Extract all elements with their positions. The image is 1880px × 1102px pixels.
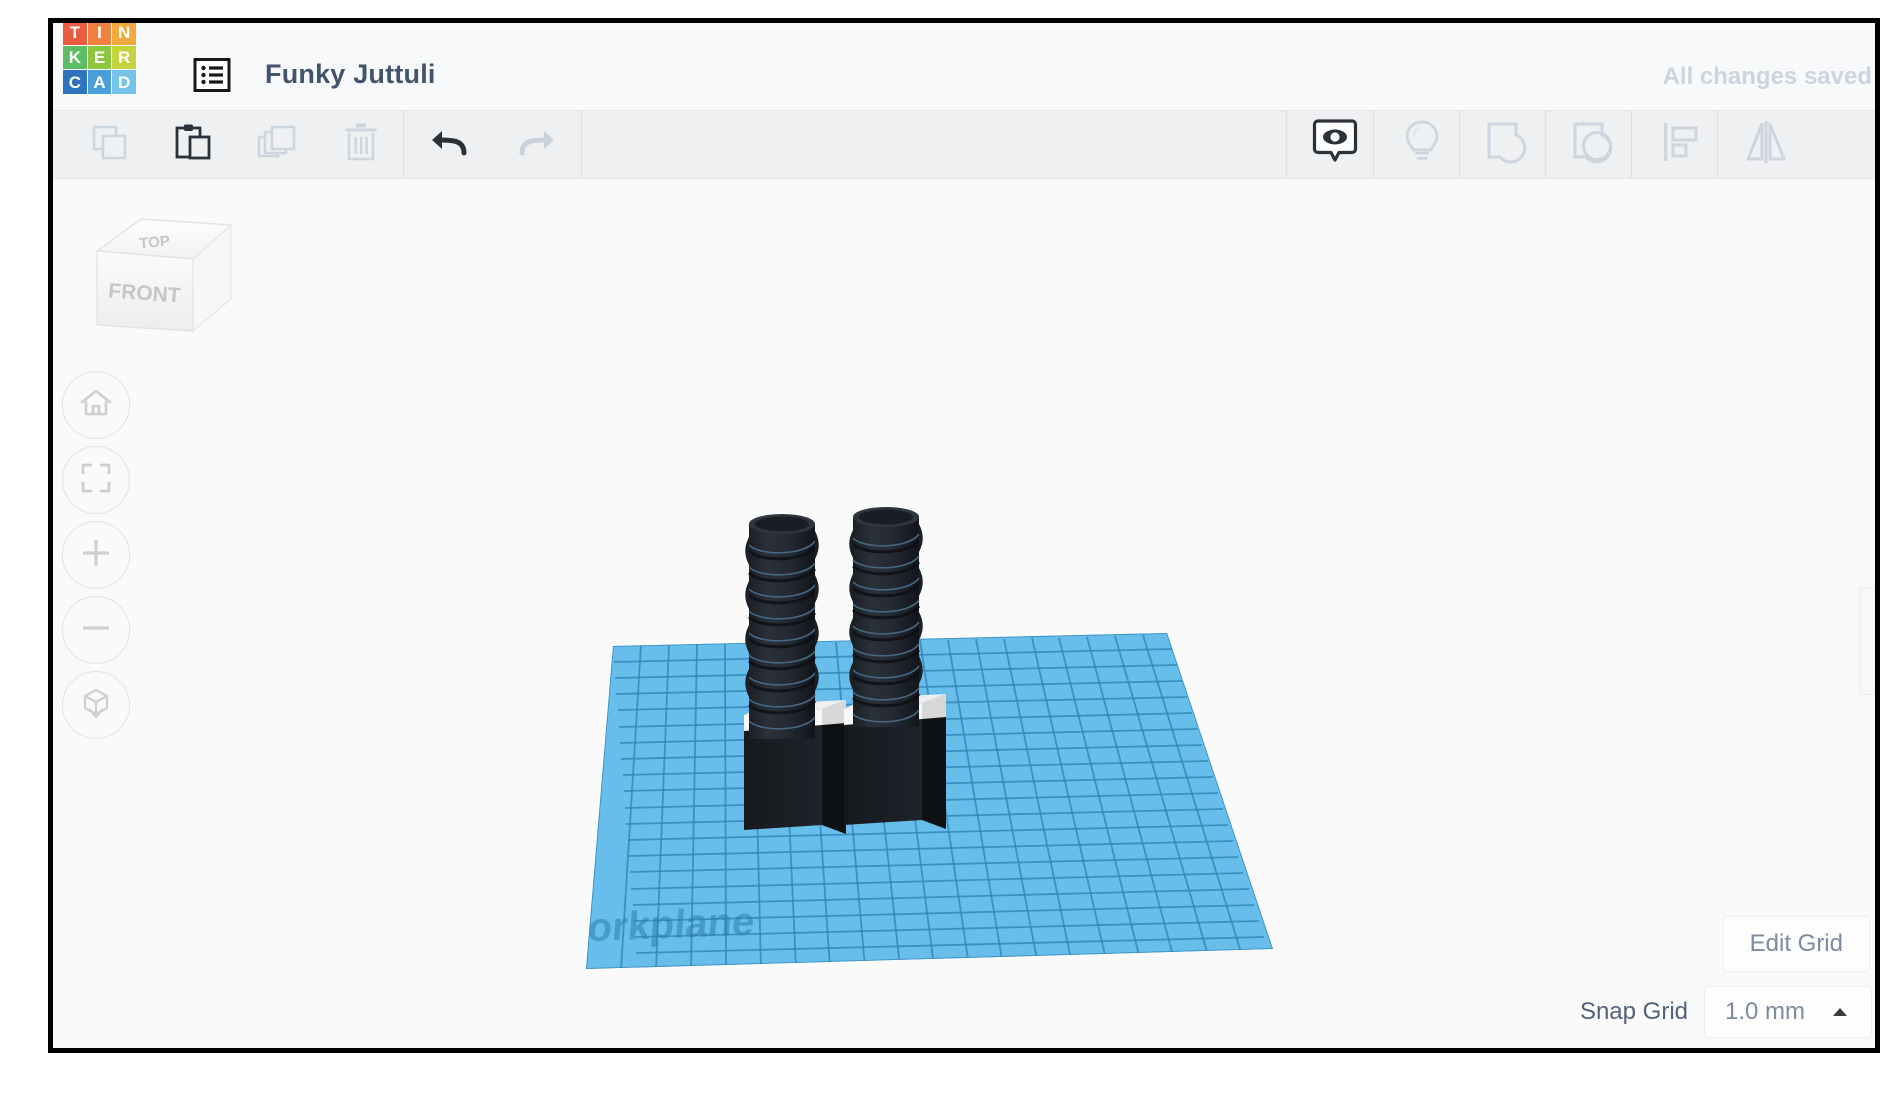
toolbar-divider bbox=[1286, 111, 1287, 178]
caret-up-icon bbox=[1833, 1008, 1848, 1016]
home-view-button[interactable] bbox=[62, 371, 130, 439]
ungroup-shapes-icon bbox=[1570, 119, 1618, 170]
redo-icon bbox=[512, 123, 558, 166]
logo-tile: E bbox=[87, 45, 112, 70]
snap-grid-select[interactable]: 1.0 mm bbox=[1704, 986, 1872, 1038]
paste-icon bbox=[172, 121, 214, 168]
logo-tile: T bbox=[63, 23, 87, 45]
page-title[interactable]: Funky Juttuli bbox=[265, 59, 436, 90]
undo-button[interactable] bbox=[409, 111, 493, 178]
view-navigation-controls bbox=[62, 371, 142, 746]
plus-icon bbox=[80, 537, 112, 574]
helical-column-left[interactable] bbox=[745, 514, 819, 739]
logo-tile: R bbox=[112, 45, 136, 70]
box-base-left[interactable] bbox=[744, 700, 846, 834]
main-toolbar bbox=[53, 111, 1880, 179]
home-icon bbox=[79, 386, 113, 425]
grid-controls: Edit Grid Snap Grid 1.0 mm bbox=[1580, 916, 1872, 1038]
3d-viewport[interactable]: TOP FRONT Workplane Edit Grid Snap Grid … bbox=[53, 179, 1880, 1048]
paste-button[interactable] bbox=[151, 111, 235, 178]
eye-icon bbox=[1312, 117, 1358, 172]
frame-right-border bbox=[1875, 18, 1880, 1053]
workplane-label: Workplane bbox=[549, 899, 756, 952]
edit-grid-button[interactable]: Edit Grid bbox=[1722, 916, 1870, 972]
snap-grid-value: 1.0 mm bbox=[1725, 998, 1806, 1025]
app-header: T I N K E R C A D Funky Juttuli All chan… bbox=[53, 23, 1880, 111]
undo-icon bbox=[428, 123, 474, 166]
toolbar-divider bbox=[1373, 111, 1374, 178]
redo-button[interactable] bbox=[493, 111, 577, 178]
group-button[interactable] bbox=[1466, 111, 1550, 178]
mirror-button[interactable] bbox=[1724, 111, 1808, 178]
align-icon bbox=[1658, 119, 1702, 170]
box-base-right[interactable] bbox=[844, 694, 946, 829]
toolbar-divider bbox=[1545, 111, 1546, 178]
show-hide-button[interactable] bbox=[1293, 111, 1377, 178]
zoom-in-button[interactable] bbox=[62, 521, 130, 589]
workplane[interactable]: Workplane bbox=[549, 633, 1273, 970]
lightbulb-icon bbox=[1402, 118, 1442, 171]
mirror-icon bbox=[1742, 119, 1790, 170]
logo-tile: K bbox=[63, 45, 87, 70]
list-icon[interactable] bbox=[193, 56, 231, 94]
delete-button[interactable] bbox=[319, 111, 403, 178]
toolbar-divider bbox=[1717, 111, 1718, 178]
tinkercad-app: T I N K E R C A D Funky Juttuli All chan… bbox=[0, 0, 1880, 1102]
fit-frame-icon bbox=[80, 462, 112, 499]
minus-icon bbox=[80, 612, 112, 649]
align-button[interactable] bbox=[1638, 111, 1722, 178]
logo-tile: I bbox=[87, 23, 112, 45]
toolbar-divider bbox=[1631, 111, 1632, 178]
tinkercad-logo[interactable]: T I N K E R C A D bbox=[63, 23, 136, 94]
save-status: All changes saved bbox=[1662, 63, 1872, 90]
group-shapes-icon bbox=[1484, 119, 1532, 170]
light-button[interactable] bbox=[1380, 111, 1464, 178]
toolbar-divider bbox=[403, 111, 404, 178]
toolbar-divider bbox=[581, 111, 582, 178]
editor-frame: T I N K E R C A D Funky Juttuli All chan… bbox=[48, 18, 1880, 1053]
logo-tile: D bbox=[112, 70, 136, 94]
view-mode-button[interactable] bbox=[62, 671, 130, 739]
cube-arrow-icon bbox=[79, 686, 113, 725]
logo-tile: N bbox=[112, 23, 136, 45]
trash-icon bbox=[341, 120, 381, 169]
helical-column-right[interactable] bbox=[849, 507, 923, 727]
ungroup-button[interactable] bbox=[1552, 111, 1636, 178]
viewcube-top-label: TOP bbox=[139, 233, 171, 253]
logo-tile: A bbox=[87, 70, 112, 94]
zoom-out-button[interactable] bbox=[62, 596, 130, 664]
duplicate-icon bbox=[255, 121, 299, 168]
snap-grid-label: Snap Grid bbox=[1579, 998, 1688, 1025]
copy-button[interactable] bbox=[67, 111, 151, 178]
view-cube[interactable]: TOP FRONT bbox=[89, 207, 239, 357]
duplicate-button[interactable] bbox=[235, 111, 319, 178]
fit-to-view-button[interactable] bbox=[62, 446, 130, 514]
copy-icon bbox=[88, 121, 130, 168]
snap-grid-row: Snap Grid 1.0 mm bbox=[1580, 986, 1872, 1038]
toolbar-divider bbox=[1459, 111, 1460, 178]
logo-tile: C bbox=[63, 70, 87, 94]
